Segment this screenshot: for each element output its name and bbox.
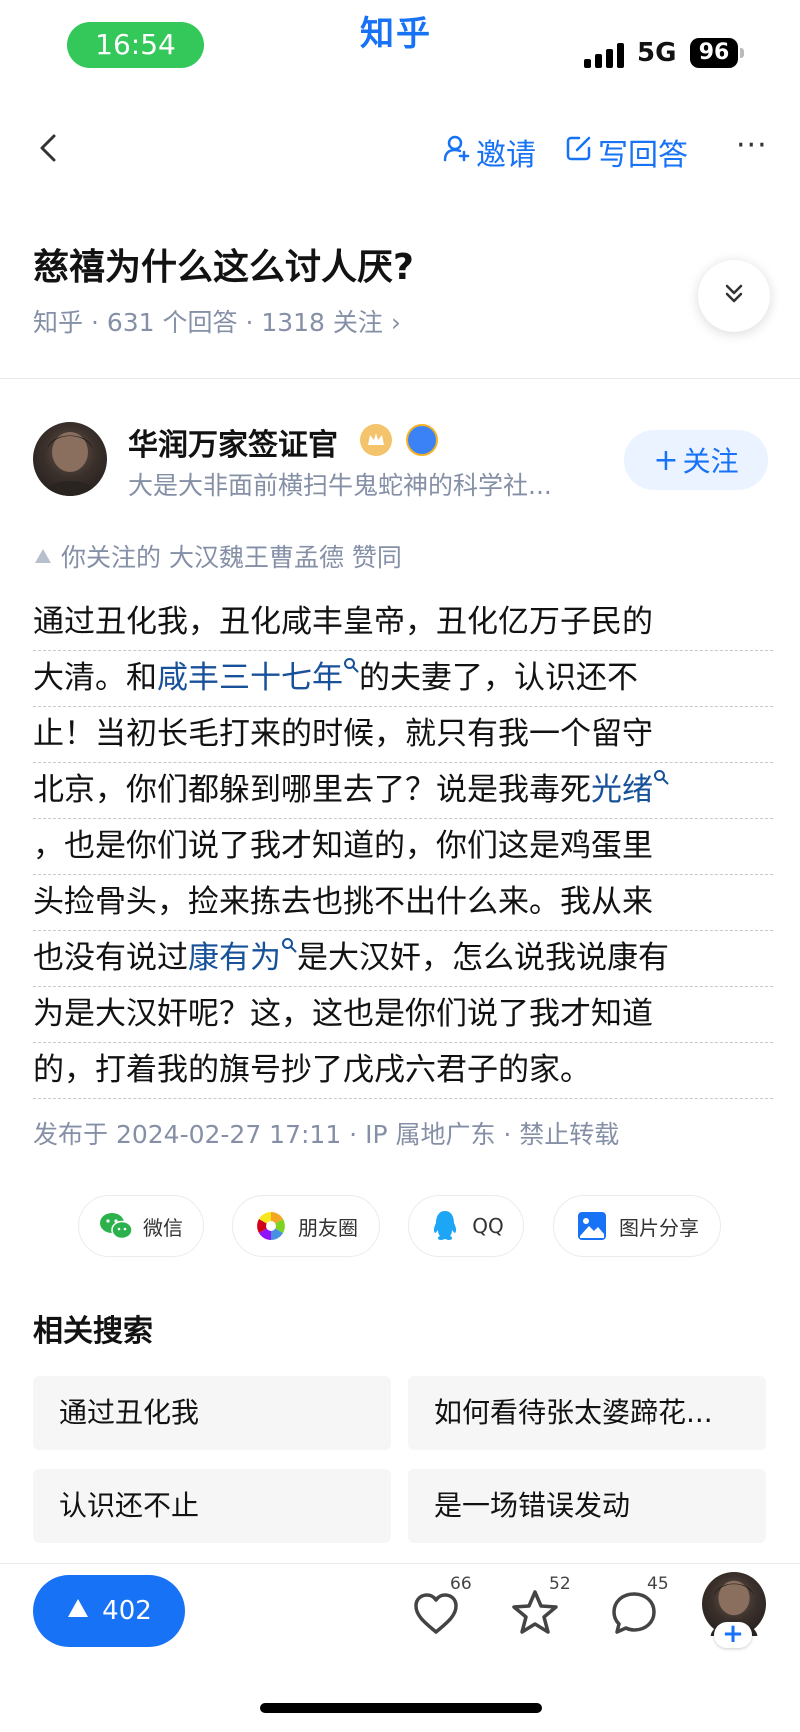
answer-text: 是大汉奸，怎么说我说康有 [297,940,669,976]
more-icon[interactable]: ··· [736,128,768,163]
invite-user-icon [442,133,472,171]
app-brand: 知乎 [360,14,432,54]
answer-line: 为是大汉奸呢？这，这也是你们说了我才知道 [33,987,773,1043]
answer-text: 的，打着我的旗号抄了戊戌六君子的家。 [33,1052,591,1088]
answer-search-link[interactable]: 光绪 [591,772,653,808]
answer-text: 大清。和 [33,660,157,696]
author-name[interactable]: 华润万家签证官 [128,420,338,464]
upvote-button[interactable]: 402 [33,1575,185,1647]
related-search-title: 相关搜索 [33,1314,153,1349]
answer-line: 通过丑化我，丑化咸丰皇帝，丑化亿万子民的 [33,595,773,651]
share-wechat-label: 微信 [143,1215,183,1240]
home-indicator [260,1703,542,1713]
moments-icon [254,1209,288,1243]
answer-line: 止！当初长毛打来的时候，就只有我一个留守 [33,707,773,763]
follow-plus-icon[interactable]: + [714,1621,752,1648]
favorite-count: 52 [549,1574,571,1594]
triangle-up-icon [33,542,53,571]
answer-line: 的，打着我的旗号抄了戊戌六君子的家。 [33,1043,773,1099]
answer-body: 通过丑化我，丑化咸丰皇帝，丑化亿万子民的 大清。和咸丰三十七年 的夫妻了，认识还不止… [33,595,773,1099]
answer-line: 也没有说过康有为 是大汉奸，怎么说我说康有 [33,931,773,987]
answer-text: 止！当初长毛打来的时候，就只有我一个留守 [33,716,653,752]
answer-line: 头捡骨头，捡来拣去也挑不出什么来。我从来 [33,875,773,931]
share-qq-button[interactable]: QQ [408,1195,524,1257]
search-magnifier-icon [654,770,669,785]
invite-label: 邀请 [476,138,536,173]
answer-text: 通过丑化我，丑化咸丰皇帝，丑化亿万子民的 [33,604,653,640]
follow-label: 关注 [682,445,739,478]
author-bio: 大是大非面前横扫牛鬼蛇神的科学社... [128,471,552,500]
share-qq-label: QQ [472,1214,504,1238]
qq-penguin-icon [428,1209,462,1243]
answer-text: 也没有说过 [33,940,188,976]
answer-line: ，也是你们说了我才知道的，你们这是鸡蛋里 [33,819,773,875]
upvote-triangle-icon [66,1596,90,1626]
answer-line: 北京，你们都躲到哪里去了？说是我毒死光绪 [33,763,773,819]
follow-button[interactable]: + 关注 [624,430,768,490]
header-divider [0,378,800,379]
share-image-button[interactable]: 图片分享 [553,1195,721,1257]
network-type: 5G [637,38,677,68]
share-wechat-button[interactable]: 微信 [78,1195,204,1257]
question-title[interactable]: 慈禧为什么这么讨人厌? [33,238,414,290]
answer-search-link[interactable]: 康有为 [188,940,281,976]
answer-text: 的夫妻了，认识还不 [359,660,638,696]
collapse-button[interactable] [698,260,770,332]
plus-icon: + [653,442,679,478]
edit-icon [564,133,594,171]
signal-icon [584,42,626,68]
search-magnifier-icon [344,658,359,673]
crown-badge-icon [360,424,392,456]
answer-text: 为是大汉奸呢？这，这也是你们说了我才知道 [33,996,653,1032]
question-meta[interactable]: 知乎 · 631 个回答 · 1318 关注 › [33,303,401,339]
related-search-item[interactable]: 认识还不止 [33,1469,391,1543]
comment-count: 45 [647,1574,669,1594]
answer-text: ，也是你们说了我才知道的，你们这是鸡蛋里 [33,828,653,864]
image-share-icon [575,1209,609,1243]
battery-icon: 96 [690,38,738,68]
back-icon[interactable] [30,128,70,168]
answer-line: 大清。和咸丰三十七年 的夫妻了，认识还不 [33,651,773,707]
double-chevron-down-icon [720,280,748,312]
like-count: 66 [450,1574,472,1594]
related-search-item[interactable]: 通过丑化我 [33,1376,391,1450]
battery-tip [740,48,744,58]
answer-text: 北京，你们都躲到哪里去了？说是我毒死 [33,772,591,808]
write-answer-button[interactable]: 写回答 [564,130,688,174]
share-moments-button[interactable]: 朋友圈 [232,1195,380,1257]
answer-text: 头捡骨头，捡来拣去也挑不出什么来。我从来 [33,884,653,920]
share-moments-label: 朋友圈 [298,1215,358,1240]
upvote-count: 402 [102,1596,152,1626]
invite-button[interactable]: 邀请 [442,130,536,174]
related-search-item[interactable]: 是一场错误发动 [408,1469,766,1543]
write-answer-label: 写回答 [598,138,688,173]
status-time: 16:54 [67,22,204,68]
upvoted-by-text: 你关注的 大汉魏王曹孟德 赞同 [61,543,402,572]
wechat-icon [99,1209,133,1243]
related-search-item[interactable]: 如何看待张太婆蹄花... [408,1376,766,1450]
search-magnifier-icon [282,938,297,953]
mascot-badge-icon [406,424,438,456]
answer-search-link[interactable]: 咸丰三十七年 [157,660,343,696]
upvoted-by-notice: 你关注的 大汉魏王曹孟德 赞同 [33,538,402,574]
publish-info: 发布于 2024-02-27 17:11 · IP 属地广东 · 禁止转载 [33,1120,620,1149]
share-image-label: 图片分享 [619,1215,699,1240]
author-avatar[interactable] [33,422,107,496]
